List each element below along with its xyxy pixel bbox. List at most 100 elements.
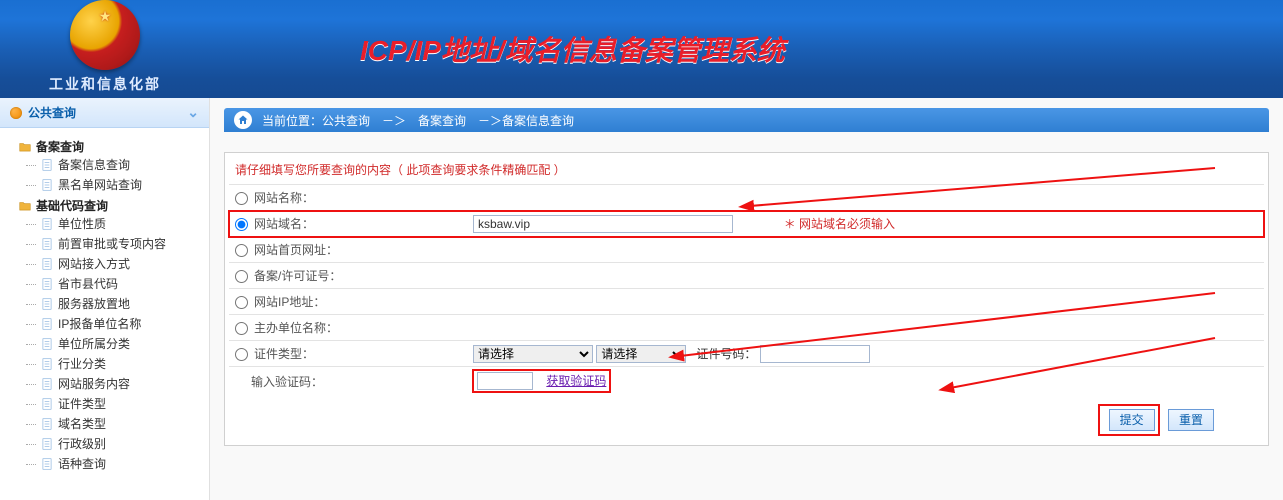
org-name: 工业和信息化部 <box>49 74 161 94</box>
bullet-icon <box>10 107 22 119</box>
form-buttons: 提交 重置 <box>229 395 1264 435</box>
document-icon <box>40 178 54 192</box>
folder-icon <box>18 199 32 213</box>
national-emblem-icon <box>70 0 140 70</box>
chevron-down-icon: ⌄ <box>187 104 199 121</box>
tree-item[interactable]: 单位性质 <box>18 214 203 234</box>
radio-license[interactable] <box>235 270 248 283</box>
domain-input[interactable] <box>473 215 733 233</box>
row-site-name: 网站名称： <box>229 185 1264 211</box>
tree-item-label: 备案信息查询 <box>58 155 130 175</box>
tree-item-label: 黑名单网站查询 <box>58 175 142 195</box>
tree-item-label: 行业分类 <box>58 354 106 374</box>
tree-item-label: 单位性质 <box>58 214 106 234</box>
document-icon <box>40 377 54 391</box>
breadcrumb-text: 当前位置：公共查询 －＞ 备案查询 －＞备案信息查询 <box>262 112 574 129</box>
tree-item-label: 单位所属分类 <box>58 334 130 354</box>
tree-item-label: 域名类型 <box>58 414 106 434</box>
document-icon <box>40 158 54 172</box>
document-icon <box>40 397 54 411</box>
tree-item-label: 省市县代码 <box>58 274 118 294</box>
tree-item[interactable]: 网站服务内容 <box>18 374 203 394</box>
label-cert-id: 证件号码： <box>696 347 756 361</box>
tree-item[interactable]: 黑名单网站查询 <box>18 175 203 195</box>
tree-item-label: 语种查询 <box>58 454 106 474</box>
tree-item[interactable]: 省市县代码 <box>18 274 203 294</box>
document-icon <box>40 257 54 271</box>
form-instruction: 请仔细填写您所要查询的内容（ 此项查询要求条件精确匹配 ） <box>229 153 1264 184</box>
tree-item[interactable]: 证件类型 <box>18 394 203 414</box>
query-form-table: 网站名称： 网站域名： ＊ 网站域名必须输入 网站首页网址： 备案/ <box>229 184 1264 395</box>
label-ip: 网站IP地址： <box>254 295 325 309</box>
sidebar-section-title: 公共查询 <box>28 104 76 121</box>
tree-item[interactable]: 语种查询 <box>18 454 203 474</box>
emblem-block: 工业和信息化部 <box>0 0 210 94</box>
tree-item[interactable]: 前置审批或专项内容 <box>18 234 203 254</box>
label-domain: 网站域名： <box>254 217 314 231</box>
tree-group[interactable]: 备案查询 <box>18 138 203 155</box>
radio-site-name[interactable] <box>235 192 248 205</box>
tree-item-label: 前置审批或专项内容 <box>58 234 166 254</box>
tree-item[interactable]: 行业分类 <box>18 354 203 374</box>
tree-item-label: 网站服务内容 <box>58 374 130 394</box>
tree-item[interactable]: IP报备单位名称 <box>18 314 203 334</box>
tree-item-label: 服务器放置地 <box>58 294 130 314</box>
tree-item[interactable]: 服务器放置地 <box>18 294 203 314</box>
document-icon <box>40 337 54 351</box>
row-cert-type: 证件类型： 请选择 请选择 证件号码： <box>229 341 1264 367</box>
tree-item[interactable]: 单位所属分类 <box>18 334 203 354</box>
document-icon <box>40 237 54 251</box>
document-icon <box>40 277 54 291</box>
row-license: 备案/许可证号： <box>229 263 1264 289</box>
cert-id-input[interactable] <box>760 345 870 363</box>
radio-homepage[interactable] <box>235 244 248 257</box>
tree-item[interactable]: 域名类型 <box>18 414 203 434</box>
tree-item-label: 行政级别 <box>58 434 106 454</box>
sidebar-section-header[interactable]: 公共查询 ⌄ <box>0 98 209 128</box>
get-captcha-link[interactable]: 获取验证码 <box>546 374 606 388</box>
document-icon <box>40 217 54 231</box>
tree-item[interactable]: 网站接入方式 <box>18 254 203 274</box>
tree-group-label: 基础代码查询 <box>36 197 108 214</box>
tree-item-label: IP报备单位名称 <box>58 314 141 334</box>
tree-item[interactable]: 行政级别 <box>18 434 203 454</box>
cert-type-select-2[interactable]: 请选择 <box>596 345 686 363</box>
radio-ip[interactable] <box>235 296 248 309</box>
folder-icon <box>18 140 32 154</box>
home-icon <box>234 111 252 129</box>
label-homepage: 网站首页网址： <box>254 243 338 257</box>
reset-button[interactable]: 重置 <box>1168 409 1214 431</box>
tree-item[interactable]: 备案信息查询 <box>18 155 203 175</box>
document-icon <box>40 357 54 371</box>
page-title: ICP/IP地址/域名信息备案管理系统 <box>210 29 1283 69</box>
document-icon <box>40 417 54 431</box>
row-domain: 网站域名： ＊ 网站域名必须输入 <box>229 211 1264 237</box>
sidebar-tree: 备案查询备案信息查询黑名单网站查询基础代码查询单位性质前置审批或专项内容网站接入… <box>0 128 209 482</box>
label-license: 备案/许可证号： <box>254 269 341 283</box>
row-ip: 网站IP地址： <box>229 289 1264 315</box>
label-sponsor: 主办单位名称： <box>254 321 338 335</box>
captcha-input[interactable] <box>477 372 533 390</box>
domain-required-note: ＊ 网站域名必须输入 <box>784 217 895 231</box>
sidebar: 公共查询 ⌄ 备案查询备案信息查询黑名单网站查询基础代码查询单位性质前置审批或专… <box>0 98 210 500</box>
document-icon <box>40 317 54 331</box>
query-form-panel: 请仔细填写您所要查询的内容（ 此项查询要求条件精确匹配 ） 网站名称： 网站域名… <box>224 152 1269 446</box>
breadcrumb: 当前位置：公共查询 －＞ 备案查询 －＞备案信息查询 <box>224 108 1269 132</box>
cert-type-select-1[interactable]: 请选择 <box>473 345 593 363</box>
tree-item-label: 网站接入方式 <box>58 254 130 274</box>
submit-button[interactable]: 提交 <box>1109 409 1155 431</box>
radio-sponsor[interactable] <box>235 322 248 335</box>
document-icon <box>40 297 54 311</box>
document-icon <box>40 437 54 451</box>
app-header: 工业和信息化部 ICP/IP地址/域名信息备案管理系统 <box>0 0 1283 98</box>
main-content: 当前位置：公共查询 －＞ 备案查询 －＞备案信息查询 请仔细填写您所要查询的内容… <box>210 98 1283 500</box>
label-cert-type: 证件类型： <box>254 347 314 361</box>
row-homepage: 网站首页网址： <box>229 237 1264 263</box>
label-captcha: 输入验证码： <box>251 375 323 389</box>
row-captcha: 输入验证码： 获取验证码 <box>229 367 1264 396</box>
tree-group[interactable]: 基础代码查询 <box>18 197 203 214</box>
label-site-name: 网站名称： <box>254 191 314 205</box>
tree-group-label: 备案查询 <box>36 138 84 155</box>
radio-domain[interactable] <box>235 218 248 231</box>
radio-cert-type[interactable] <box>235 348 248 361</box>
